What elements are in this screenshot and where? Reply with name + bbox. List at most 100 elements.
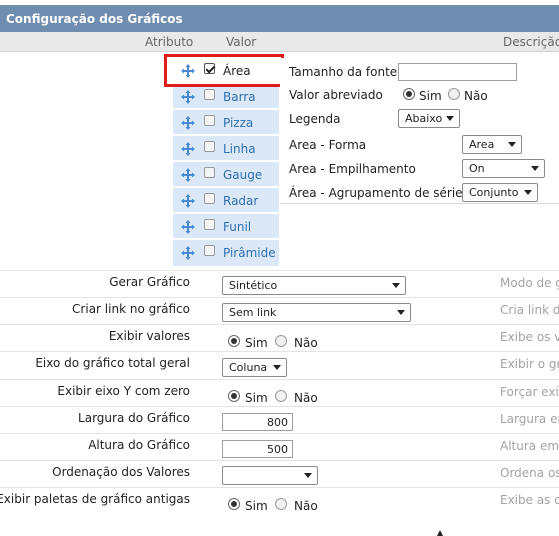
chart-type-label: Funil (223, 220, 252, 234)
stacking-row: Area - Empilhamento On (289, 159, 559, 181)
chart-width-row: Largura do Gráfico 800 Largura em (0, 406, 559, 433)
chevron-down-icon (273, 365, 281, 370)
chart-type-funnel[interactable]: Funil (173, 214, 279, 239)
value-order-description: Ordena os (500, 466, 559, 480)
old-palettes-yes-radio[interactable] (228, 498, 240, 510)
column-header-description: Descrição (503, 35, 559, 49)
chevron-down-icon (392, 283, 400, 288)
value-order-label: Ordenação dos Valores (52, 465, 190, 479)
chart-type-gauge-checkbox[interactable] (204, 167, 215, 178)
show-values-row: Exibir valores Sim Não Exibe os valores (0, 324, 559, 351)
y-zero-description: Forçar exibir (500, 385, 559, 399)
chart-type-list: Área Barra Pizza Linha Gauge Radar Funil… (173, 58, 279, 268)
y-zero-no-radio[interactable] (275, 390, 287, 402)
chart-width-input[interactable]: 800 (222, 413, 293, 431)
chevron-down-icon (531, 166, 539, 171)
grouping-label: Área - Agrupamento de séries (289, 186, 469, 200)
abbreviated-no-radio[interactable] (448, 88, 460, 100)
stacking-label: Area - Empilhamento (289, 162, 416, 176)
chart-type-line[interactable]: Linha (173, 136, 279, 161)
total-axis-label: Eixo do gráfico total geral (35, 356, 190, 370)
value-order-select[interactable] (222, 466, 318, 485)
chevron-down-icon (508, 142, 516, 147)
drag-handle-icon[interactable] (181, 220, 195, 234)
generate-chart-description: Modo de gerar (500, 276, 559, 290)
abbreviated-yes-label: Sim (419, 89, 442, 103)
stacking-select-value: On (469, 162, 485, 175)
show-values-no-radio[interactable] (275, 335, 287, 347)
chart-type-line-checkbox[interactable] (204, 141, 215, 152)
drag-handle-icon[interactable] (181, 142, 195, 156)
drag-handle-icon[interactable] (181, 246, 195, 260)
chart-type-pie[interactable]: Pizza (173, 110, 279, 135)
generate-chart-row: Gerar Gráfico Sintético Modo de gerar (0, 270, 559, 297)
chart-link-label: Criar link no gráfico (72, 302, 190, 316)
total-axis-value: Coluna (229, 361, 268, 374)
old-palettes-yes-label: Sim (245, 499, 268, 513)
chevron-down-icon (397, 310, 405, 315)
area-settings-panel: Tamanho da fonte Valor abreviado Sim Não… (280, 58, 559, 204)
generate-chart-value: Sintético (229, 279, 278, 292)
old-palettes-no-radio[interactable] (275, 498, 287, 510)
total-axis-row: Eixo do gráfico total geral Coluna Exibi… (0, 351, 559, 378)
legend-row: Legenda Abaixo (289, 109, 559, 131)
stacking-select[interactable]: On (462, 159, 545, 178)
chart-link-row: Criar link no gráfico Sem link Cria link… (0, 297, 559, 324)
drag-handle-icon[interactable] (181, 168, 195, 182)
show-values-yes-radio[interactable] (228, 335, 240, 347)
abbreviated-yes-radio[interactable] (403, 88, 415, 100)
shape-label: Area - Forma (289, 138, 367, 152)
y-zero-row: Exibir eixo Y com zero Sim Não Forçar ex… (0, 379, 559, 406)
grouping-select-value: Conjunto (469, 186, 519, 199)
chart-type-funnel-checkbox[interactable] (204, 219, 215, 230)
generate-chart-select[interactable]: Sintético (222, 276, 406, 295)
chart-type-pyramid[interactable]: Pirâmide (173, 240, 279, 267)
font-size-input[interactable] (398, 63, 517, 81)
drag-handle-icon[interactable] (181, 194, 195, 208)
show-values-label: Exibir valores (108, 329, 190, 343)
grouping-row: Área - Agrupamento de séries Conjunto (289, 183, 559, 205)
chart-type-pyramid-checkbox[interactable] (204, 245, 215, 256)
legend-select-value: Abaixo (405, 112, 443, 125)
chevron-down-icon (446, 116, 454, 121)
selection-highlight (164, 54, 284, 87)
total-axis-select[interactable]: Coluna (222, 358, 287, 377)
chart-link-select[interactable]: Sem link (222, 303, 411, 322)
drag-handle-icon[interactable] (181, 90, 195, 104)
show-values-yes-label: Sim (245, 336, 268, 350)
grouping-select[interactable]: Conjunto (462, 183, 538, 202)
chart-type-label: Gauge (223, 168, 263, 182)
legend-label: Legenda (289, 112, 341, 126)
chart-type-radar-checkbox[interactable] (204, 193, 215, 204)
chart-type-bar[interactable]: Barra (173, 84, 279, 109)
chart-type-label: Barra (223, 90, 256, 104)
y-zero-yes-label: Sim (245, 391, 268, 405)
chart-type-label: Radar (223, 194, 259, 208)
drag-handle-icon[interactable] (181, 116, 195, 130)
generate-chart-label: Gerar Gráfico (109, 275, 190, 289)
shape-select[interactable]: Area (462, 135, 522, 154)
chart-type-bar-checkbox[interactable] (204, 89, 215, 100)
chart-height-input[interactable]: 500 (222, 440, 293, 458)
chart-type-pie-checkbox[interactable] (204, 115, 215, 126)
abbreviated-row: Valor abreviado Sim Não (289, 85, 559, 107)
chevron-down-icon (304, 473, 312, 478)
old-palettes-no-label: Não (294, 499, 318, 513)
panel-title: Configuração dos Gráficos (0, 5, 559, 32)
total-axis-description: Exibir o gráfico (500, 357, 559, 371)
column-header-value: Valor (226, 35, 257, 49)
y-zero-yes-radio[interactable] (228, 390, 240, 402)
legend-select[interactable]: Abaixo (398, 109, 460, 128)
chart-link-description: Cria link de (500, 303, 559, 317)
old-palettes-label: Exibir paletas de gráfico antigas (0, 492, 190, 506)
chart-type-radar[interactable]: Radar (173, 188, 279, 213)
shape-row: Area - Forma Area (289, 135, 559, 157)
show-values-description: Exibe os valores (500, 330, 559, 344)
chevron-down-icon (524, 190, 532, 195)
chart-type-gauge[interactable]: Gauge (173, 162, 279, 187)
font-size-row: Tamanho da fonte (289, 62, 559, 84)
chart-type-label: Pirâmide (223, 246, 276, 260)
chart-width-label: Largura do Gráfico (78, 411, 190, 425)
abbreviated-no-label: Não (464, 89, 488, 103)
show-values-no-label: Não (294, 336, 318, 350)
